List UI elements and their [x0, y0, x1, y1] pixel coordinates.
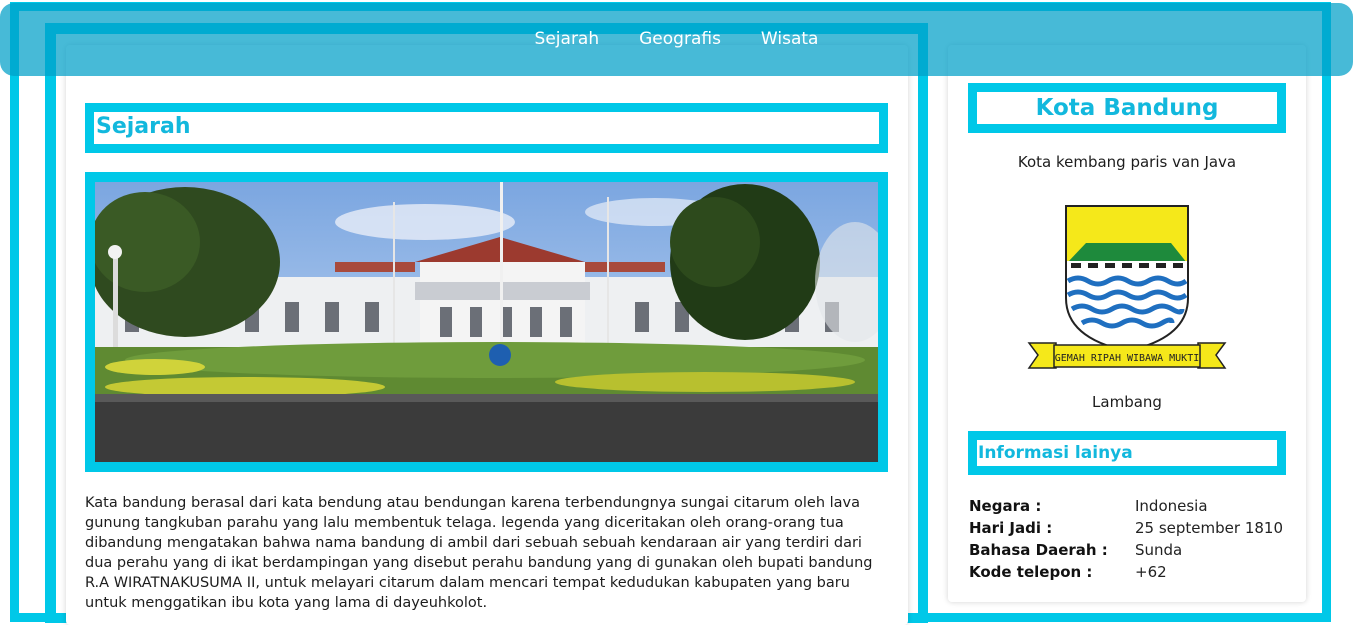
info-key: Bahasa Daerah : [969, 541, 1108, 559]
sidebar-title: Kota Bandung [1035, 95, 1219, 121]
gedung-sate-photo-frame [85, 172, 888, 472]
info-key: Hari Jadi : [969, 519, 1053, 537]
info-title: Informasi lainya [978, 443, 1133, 463]
sejarah-article: Kata bandung berasal dari kata bendung a… [85, 495, 873, 611]
kota-heading-box: Kota Bandung [968, 83, 1286, 133]
emblem-motto: GEMAH RIPAH WIBAWA MUKTI [1055, 353, 1200, 364]
info-value: Indonesia [1135, 497, 1208, 515]
building-photo [95, 182, 878, 462]
section-title: Sejarah [96, 114, 191, 139]
info-value: +62 [1135, 563, 1167, 581]
emblem-caption: Lambang [1092, 393, 1162, 411]
info-row: Negara : Indonesia [969, 495, 1289, 517]
info-key: Negara : [969, 497, 1042, 515]
city-emblem-icon: GEMAH RIPAH WIBAWA MUKTI [1027, 205, 1227, 369]
nav-link-geografis[interactable]: Geografis [639, 29, 721, 49]
nav-link-sejarah[interactable]: Sejarah [535, 29, 600, 49]
info-heading-box: Informasi lainya [968, 431, 1286, 475]
sejarah-heading-box: Sejarah [85, 103, 888, 153]
city-tagline: Kota kembang paris van Java [1017, 153, 1237, 171]
info-table: Negara : Indonesia Hari Jadi : 25 septem… [969, 495, 1289, 583]
info-value: 25 september 1810 [1135, 519, 1284, 537]
nav-link-wisata[interactable]: Wisata [761, 29, 819, 49]
info-key: Kode telepon : [969, 563, 1093, 581]
info-row: Bahasa Daerah : Sunda [969, 539, 1289, 561]
info-row: Kode telepon : +62 [969, 561, 1289, 583]
top-navbar: Sejarah Geografis Wisata [0, 3, 1353, 76]
info-row: Hari Jadi : 25 september 1810 [969, 517, 1289, 539]
info-value: Sunda [1135, 541, 1183, 559]
